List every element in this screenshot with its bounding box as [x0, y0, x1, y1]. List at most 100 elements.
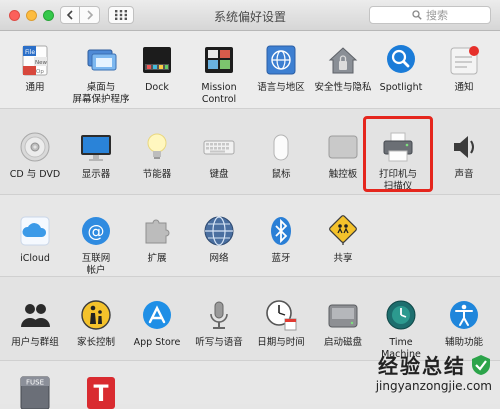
pref-internet-accounts[interactable]: @ 互联网 帐户	[63, 213, 129, 277]
pref-label: 桌面与 屏幕保护程序	[72, 82, 130, 105]
pref-sound[interactable]: 声音	[431, 129, 497, 181]
pref-spotlight[interactable]: Spotlight	[368, 42, 434, 94]
pref-label: 键盘	[209, 169, 229, 180]
pref-keyboard[interactable]: 键盘	[186, 129, 252, 181]
pref-date-time[interactable]: 日期与时间	[248, 297, 314, 349]
trackpad-icon	[328, 135, 358, 159]
cd-dvd-icon	[20, 132, 50, 162]
users-groups-icon	[21, 304, 50, 327]
chevron-left-icon	[66, 10, 73, 20]
window-minimize-button[interactable]	[26, 10, 37, 21]
pref-users-groups[interactable]: 用户与群组	[2, 297, 68, 349]
pref-label: 鼠标	[271, 169, 291, 180]
pref-parental-controls[interactable]: 家长控制	[63, 297, 129, 349]
pref-security-privacy[interactable]: 安全性与隐私	[310, 42, 376, 94]
pref-extensions[interactable]: 扩展	[124, 213, 190, 265]
search-input[interactable]: 搜索	[369, 6, 491, 24]
spotlight-search-icon	[387, 45, 415, 73]
pref-label: Mission Control	[201, 82, 237, 105]
sharing-sign-icon	[329, 215, 357, 245]
accessibility-icon	[450, 301, 478, 329]
pref-label: 安全性与隐私	[314, 82, 372, 93]
pref-label: 辅助功能	[444, 337, 483, 348]
icloud-icon	[20, 216, 50, 246]
general-file-icon: File New Op	[22, 45, 48, 76]
extensions-puzzle-icon	[145, 219, 170, 244]
pref-label: 启动磁盘	[323, 337, 362, 348]
printer-highlight-box	[363, 116, 433, 192]
pref-bluetooth[interactable]: 蓝牙	[248, 213, 314, 265]
pref-label: Dock	[145, 82, 169, 93]
pref-notifications[interactable]: 通知	[431, 42, 497, 94]
pref-network[interactable]: 网络	[186, 213, 252, 265]
pref-language-region[interactable]: 语言与地区	[248, 42, 314, 94]
back-button[interactable]	[60, 6, 80, 24]
desktop-screensaver-icon	[87, 49, 117, 71]
time-machine-icon	[386, 300, 416, 330]
pref-label: 互联网 帐户	[81, 253, 111, 276]
pref-tuxera[interactable]: T	[68, 373, 134, 409]
system-section: 用户与群组 家长控制 App Store 听写与语音 日期与时间 启动磁盘 Ti…	[0, 276, 500, 361]
pref-dictation-speech[interactable]: 听写与语音	[186, 297, 252, 349]
chevron-right-icon	[86, 10, 93, 20]
bluetooth-icon	[271, 217, 291, 245]
pref-fuse[interactable]: FUSE	[2, 373, 68, 409]
pref-energy-saver[interactable]: 节能器	[124, 129, 190, 181]
pref-displays[interactable]: 显示器	[63, 129, 129, 181]
pref-general[interactable]: File New Op 通用	[2, 42, 68, 94]
mission-control-icon	[205, 47, 233, 73]
pref-mouse[interactable]: 鼠标	[248, 129, 314, 181]
language-region-icon	[266, 45, 296, 75]
pref-label: 蓝牙	[271, 253, 291, 264]
internet-section: iCloud @ 互联网 帐户 扩展 网络 蓝牙 共享	[0, 194, 500, 277]
app-store-icon	[143, 301, 171, 329]
notifications-icon	[450, 46, 479, 75]
pref-label: CD 与 DVD	[9, 169, 61, 180]
pref-label: 扩展	[147, 253, 167, 264]
mouse-icon	[273, 134, 289, 161]
pref-cd-dvd[interactable]: CD 与 DVD	[2, 129, 68, 181]
pref-sharing[interactable]: 共享	[310, 213, 376, 265]
title-bar: 系统偏好设置 搜索	[0, 0, 500, 31]
pref-startup-disk[interactable]: 启动磁盘	[310, 297, 376, 349]
pref-icloud[interactable]: iCloud	[2, 213, 68, 265]
svg-text:@: @	[88, 222, 105, 242]
dictation-microphone-icon	[210, 301, 228, 329]
pref-label: 触控板	[328, 169, 358, 180]
window-close-button[interactable]	[9, 10, 20, 21]
security-house-icon	[328, 47, 358, 74]
forward-button[interactable]	[80, 6, 100, 24]
pref-label: iCloud	[20, 253, 50, 264]
pref-dock[interactable]: Dock	[124, 42, 190, 94]
dock-icon	[143, 47, 171, 73]
network-globe-icon	[204, 216, 234, 246]
pref-mission-control[interactable]: Mission Control	[186, 42, 252, 106]
fuse-label: FUSE	[26, 379, 44, 387]
search-placeholder: 搜索	[426, 9, 448, 22]
pref-accessibility[interactable]: 辅助功能	[431, 297, 497, 349]
pref-label: 家长控制	[76, 337, 115, 348]
pref-label: 语言与地区	[257, 82, 305, 93]
internet-accounts-icon: @	[82, 217, 110, 245]
watermark: 经验总结 jingyanzongjie.com	[332, 350, 492, 393]
energy-saver-bulb-icon	[147, 133, 167, 159]
parental-controls-icon	[81, 300, 111, 330]
pref-app-store[interactable]: App Store	[124, 297, 190, 349]
pref-label: 显示器	[81, 169, 111, 180]
grid-icon	[115, 10, 127, 20]
svg-text:New: New	[35, 60, 47, 66]
pref-label: 用户与群组	[11, 337, 59, 348]
startup-disk-icon	[328, 304, 358, 328]
pref-label: 听写与语音	[195, 337, 243, 348]
pref-label: App Store	[133, 337, 181, 348]
display-monitor-icon	[81, 135, 111, 161]
personal-section: File New Op 通用 桌面与 屏幕保护程序 Dock Mission C…	[0, 31, 500, 108]
pref-label: Spotlight	[379, 82, 423, 93]
pref-label: 通知	[454, 82, 474, 93]
svg-text:Op: Op	[36, 69, 44, 75]
window-zoom-button[interactable]	[43, 10, 54, 21]
show-all-button[interactable]	[108, 6, 134, 24]
tuxera-letter: T	[93, 382, 108, 407]
keyboard-icon	[203, 140, 235, 155]
pref-label: 网络	[209, 253, 229, 264]
